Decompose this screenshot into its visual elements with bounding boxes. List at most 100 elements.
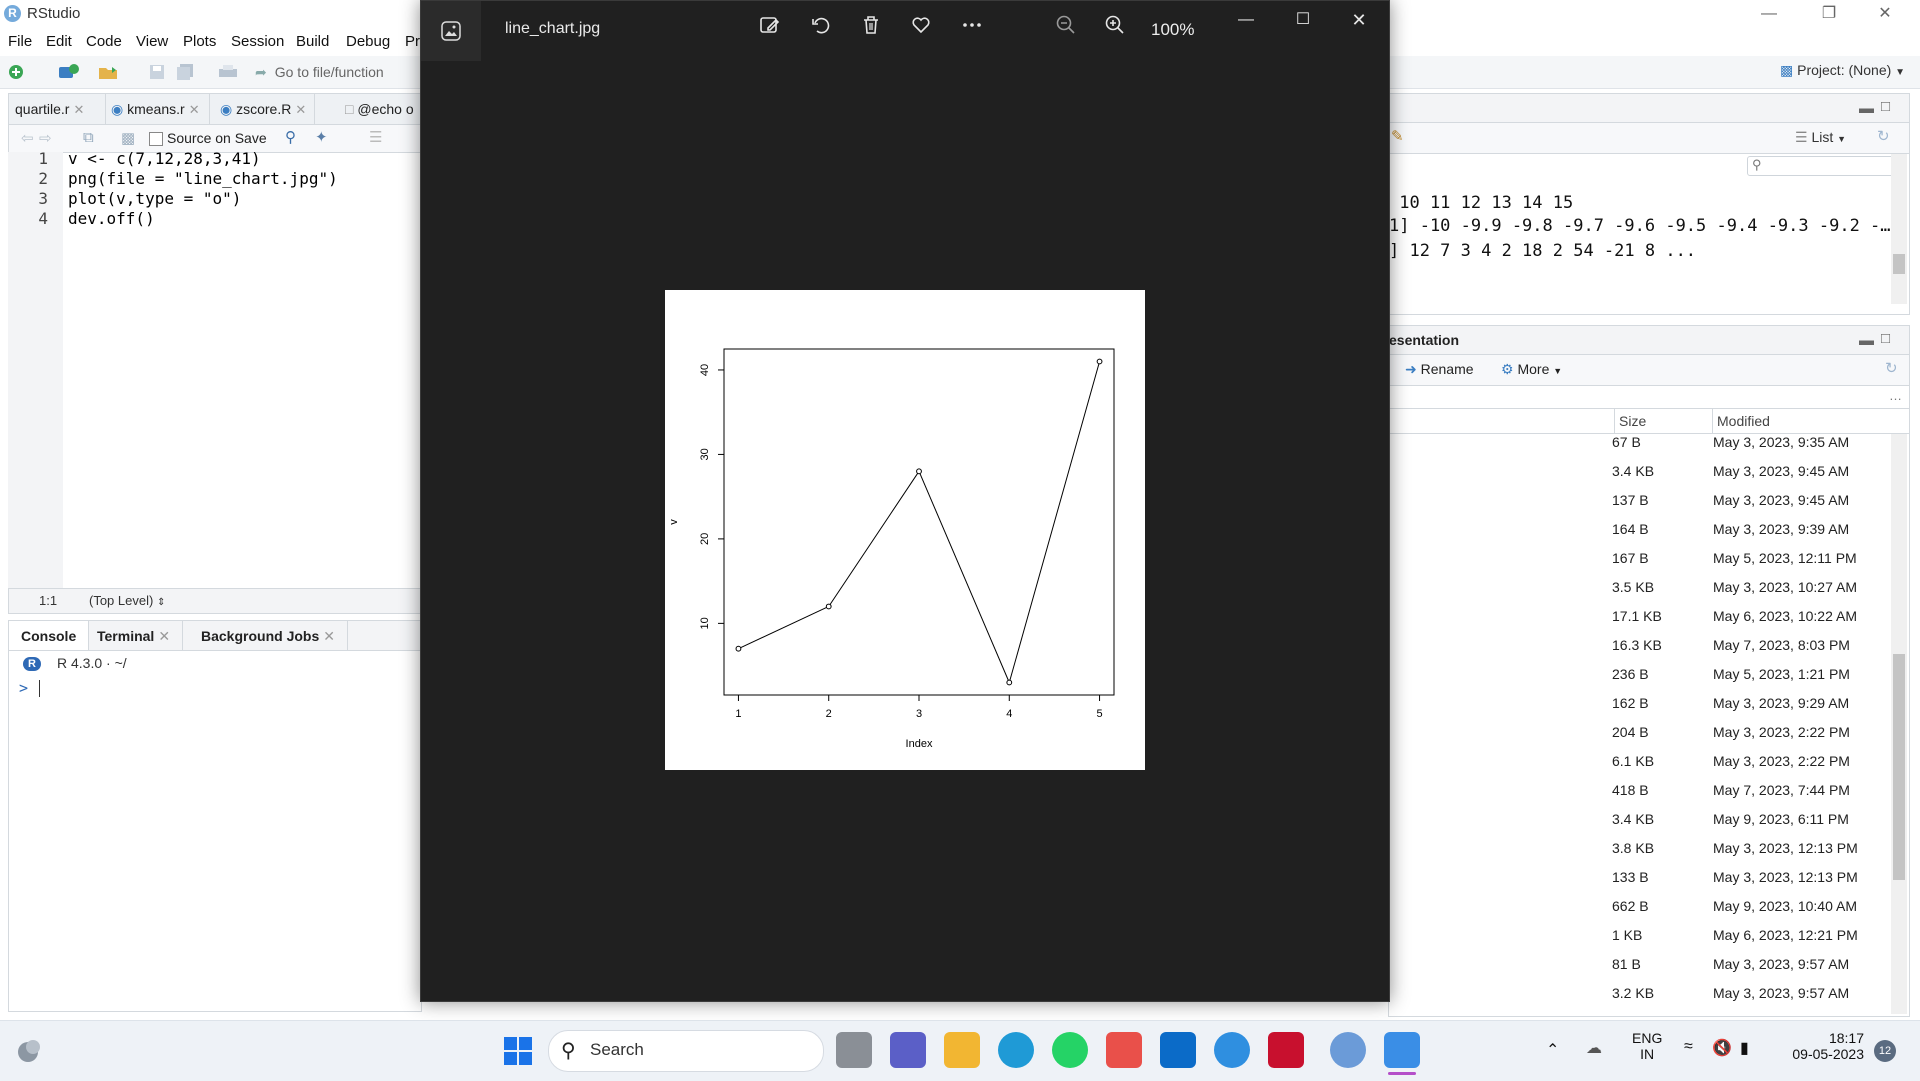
maximize-pane-icon[interactable]: □	[1881, 330, 1890, 347]
wifi-icon[interactable]: ≈	[1684, 1038, 1693, 1056]
tab-zscore[interactable]: ◉ zscore.R ✕	[214, 94, 315, 124]
file-row[interactable]: 418 B May 7, 2023, 7:44 PM	[1612, 782, 1892, 811]
menu-file[interactable]: File	[8, 33, 32, 50]
file-row[interactable]: 662 B May 9, 2023, 10:40 AM	[1612, 898, 1892, 927]
file-row[interactable]: 133 B May 3, 2023, 12:13 PM	[1612, 869, 1892, 898]
weather-icon[interactable]	[14, 1036, 44, 1064]
print-icon[interactable]	[218, 63, 237, 81]
rotate-icon[interactable]	[805, 14, 837, 46]
photos-icon[interactable]	[1384, 1032, 1420, 1068]
language-indicator[interactable]: ENG IN	[1632, 1030, 1662, 1062]
view-mode-dropdown[interactable]: ☰ List ▼	[1795, 129, 1846, 146]
viewer-close-button[interactable]: ✕	[1343, 4, 1375, 36]
refresh-icon[interactable]: ↻	[1877, 127, 1890, 145]
battery-icon[interactable]: ▮	[1740, 1038, 1749, 1058]
magic-wand-icon[interactable]: ✦	[315, 128, 328, 146]
code-line[interactable]: plot(v,type = "o")	[68, 189, 241, 208]
file-row[interactable]: 164 B May 3, 2023, 9:39 AM	[1612, 521, 1892, 550]
tab-console[interactable]: Console	[9, 621, 90, 651]
save-all-icon[interactable]	[176, 63, 194, 81]
menu-code[interactable]: Code	[86, 33, 122, 50]
tab-terminal[interactable]: Terminal ✕	[85, 621, 184, 651]
r-app-icon[interactable]	[1330, 1032, 1366, 1068]
delete-icon[interactable]	[855, 14, 887, 46]
file-row[interactable]: 3.4 KB May 9, 2023, 6:11 PM	[1612, 811, 1892, 840]
file-row[interactable]: 137 B May 3, 2023, 9:45 AM	[1612, 492, 1892, 521]
open-file-icon[interactable]	[98, 63, 117, 81]
rstudio-restore-button[interactable]: ❐	[1806, 2, 1852, 26]
minimize-pane-icon[interactable]: ▬	[1859, 332, 1874, 349]
task-view-icon[interactable]	[836, 1032, 872, 1068]
file-explorer-icon[interactable]	[944, 1032, 980, 1068]
file-row[interactable]: 162 B May 3, 2023, 9:29 AM	[1612, 695, 1892, 724]
save-icon[interactable]	[148, 63, 166, 81]
show-hidden-icons[interactable]: ⌃	[1546, 1040, 1559, 1060]
store-icon[interactable]	[1106, 1032, 1142, 1068]
maximize-pane-icon[interactable]: □	[1881, 98, 1890, 115]
close-icon[interactable]: ✕	[158, 628, 170, 644]
env-search-input[interactable]: ⚲	[1747, 156, 1897, 176]
file-row[interactable]: 1 KB May 6, 2023, 12:21 PM	[1612, 927, 1892, 956]
scope-selector[interactable]: (Top Level) ⇕	[89, 593, 165, 608]
goto-file-input[interactable]: ➦ Go to file/function	[255, 61, 415, 83]
minimize-pane-icon[interactable]: ▬	[1859, 100, 1874, 117]
project-menu[interactable]: ▩ Project: (None) ▼	[1780, 62, 1905, 79]
help-icon[interactable]	[1214, 1032, 1250, 1068]
whatsapp-icon[interactable]	[1052, 1032, 1088, 1068]
close-icon[interactable]: ✕	[323, 628, 335, 644]
rstudio-minimize-button[interactable]: —	[1746, 2, 1792, 26]
mcafee-icon[interactable]	[1268, 1032, 1304, 1068]
menu-session[interactable]: Session	[231, 33, 284, 50]
close-icon[interactable]: ✕	[295, 102, 306, 117]
console[interactable]: R R 4.3.0 · ~/ >	[8, 650, 422, 1012]
close-icon[interactable]: ✕	[189, 102, 200, 117]
teams-icon[interactable]	[890, 1032, 926, 1068]
notification-badge[interactable]: 12	[1874, 1040, 1896, 1062]
broom-icon[interactable]: ✎	[1391, 127, 1404, 145]
volume-muted-icon[interactable]: 🔇	[1712, 1038, 1732, 1058]
more-options-icon[interactable]: …	[1889, 388, 1902, 403]
file-row[interactable]: 16.3 KB May 7, 2023, 8:03 PM	[1612, 637, 1892, 666]
menu-profile[interactable]: Pr	[405, 33, 420, 50]
edit-icon[interactable]	[754, 14, 786, 46]
modified-header[interactable]: Modified	[1717, 413, 1770, 429]
zoom-in-icon[interactable]	[1099, 14, 1131, 46]
file-row[interactable]: 3.4 KB May 3, 2023, 9:45 AM	[1612, 463, 1892, 492]
close-icon[interactable]: ✕	[73, 102, 84, 117]
file-row[interactable]: 236 B May 5, 2023, 1:21 PM	[1612, 666, 1892, 695]
menu-plots[interactable]: Plots	[183, 33, 216, 50]
menu-build[interactable]: Build	[296, 33, 329, 50]
file-row[interactable]: 167 B May 5, 2023, 12:11 PM	[1612, 550, 1892, 579]
file-row[interactable]: 3.5 KB May 3, 2023, 10:27 AM	[1612, 579, 1892, 608]
tab-echo[interactable]: □ @echo o	[339, 94, 431, 124]
rstudio-close-button[interactable]: ✕	[1862, 2, 1908, 26]
more-icon[interactable]	[956, 14, 988, 46]
scrollbar-thumb[interactable]	[1893, 654, 1905, 880]
code-line[interactable]: v <- c(7,12,28,3,41)	[68, 149, 261, 168]
edge-icon[interactable]	[998, 1032, 1034, 1068]
env-scrollbar[interactable]	[1891, 154, 1907, 304]
file-row[interactable]: 17.1 KB May 6, 2023, 10:22 AM	[1612, 608, 1892, 637]
menu-edit[interactable]: Edit	[46, 33, 72, 50]
size-header[interactable]: Size	[1619, 413, 1646, 429]
scrollbar-thumb[interactable]	[1893, 254, 1905, 274]
file-row[interactable]: 3.2 KB May 3, 2023, 9:57 AM	[1612, 985, 1892, 1014]
file-row[interactable]: 67 B May 3, 2023, 9:35 AM	[1612, 434, 1892, 463]
refresh-icon[interactable]: ↻	[1885, 359, 1898, 377]
more-button[interactable]: ⚙ More ▼	[1501, 361, 1562, 378]
code-line[interactable]: png(file = "line_chart.jpg")	[68, 169, 338, 188]
tab-quartile[interactable]: quartile.r ✕	[9, 94, 106, 124]
outline-icon[interactable]: ☰	[369, 128, 382, 146]
file-row[interactable]: 6.1 KB May 3, 2023, 2:22 PM	[1612, 753, 1892, 782]
back-arrow-icon[interactable]: ⇦	[21, 129, 34, 147]
rename-button[interactable]: ➜ Rename	[1405, 361, 1474, 378]
file-row[interactable]: 81 B May 3, 2023, 9:57 AM	[1612, 956, 1892, 985]
tab-presentation[interactable]: esentation	[1389, 332, 1459, 348]
source-on-save-checkbox[interactable]	[149, 132, 163, 146]
new-project-icon[interactable]	[58, 63, 79, 81]
code-line[interactable]: dev.off()	[68, 209, 155, 228]
file-row[interactable]: 204 B May 3, 2023, 2:22 PM	[1612, 724, 1892, 753]
menu-debug[interactable]: Debug	[346, 33, 390, 50]
show-in-window-icon[interactable]: ⧉	[83, 129, 94, 146]
favorite-icon[interactable]	[905, 14, 937, 46]
